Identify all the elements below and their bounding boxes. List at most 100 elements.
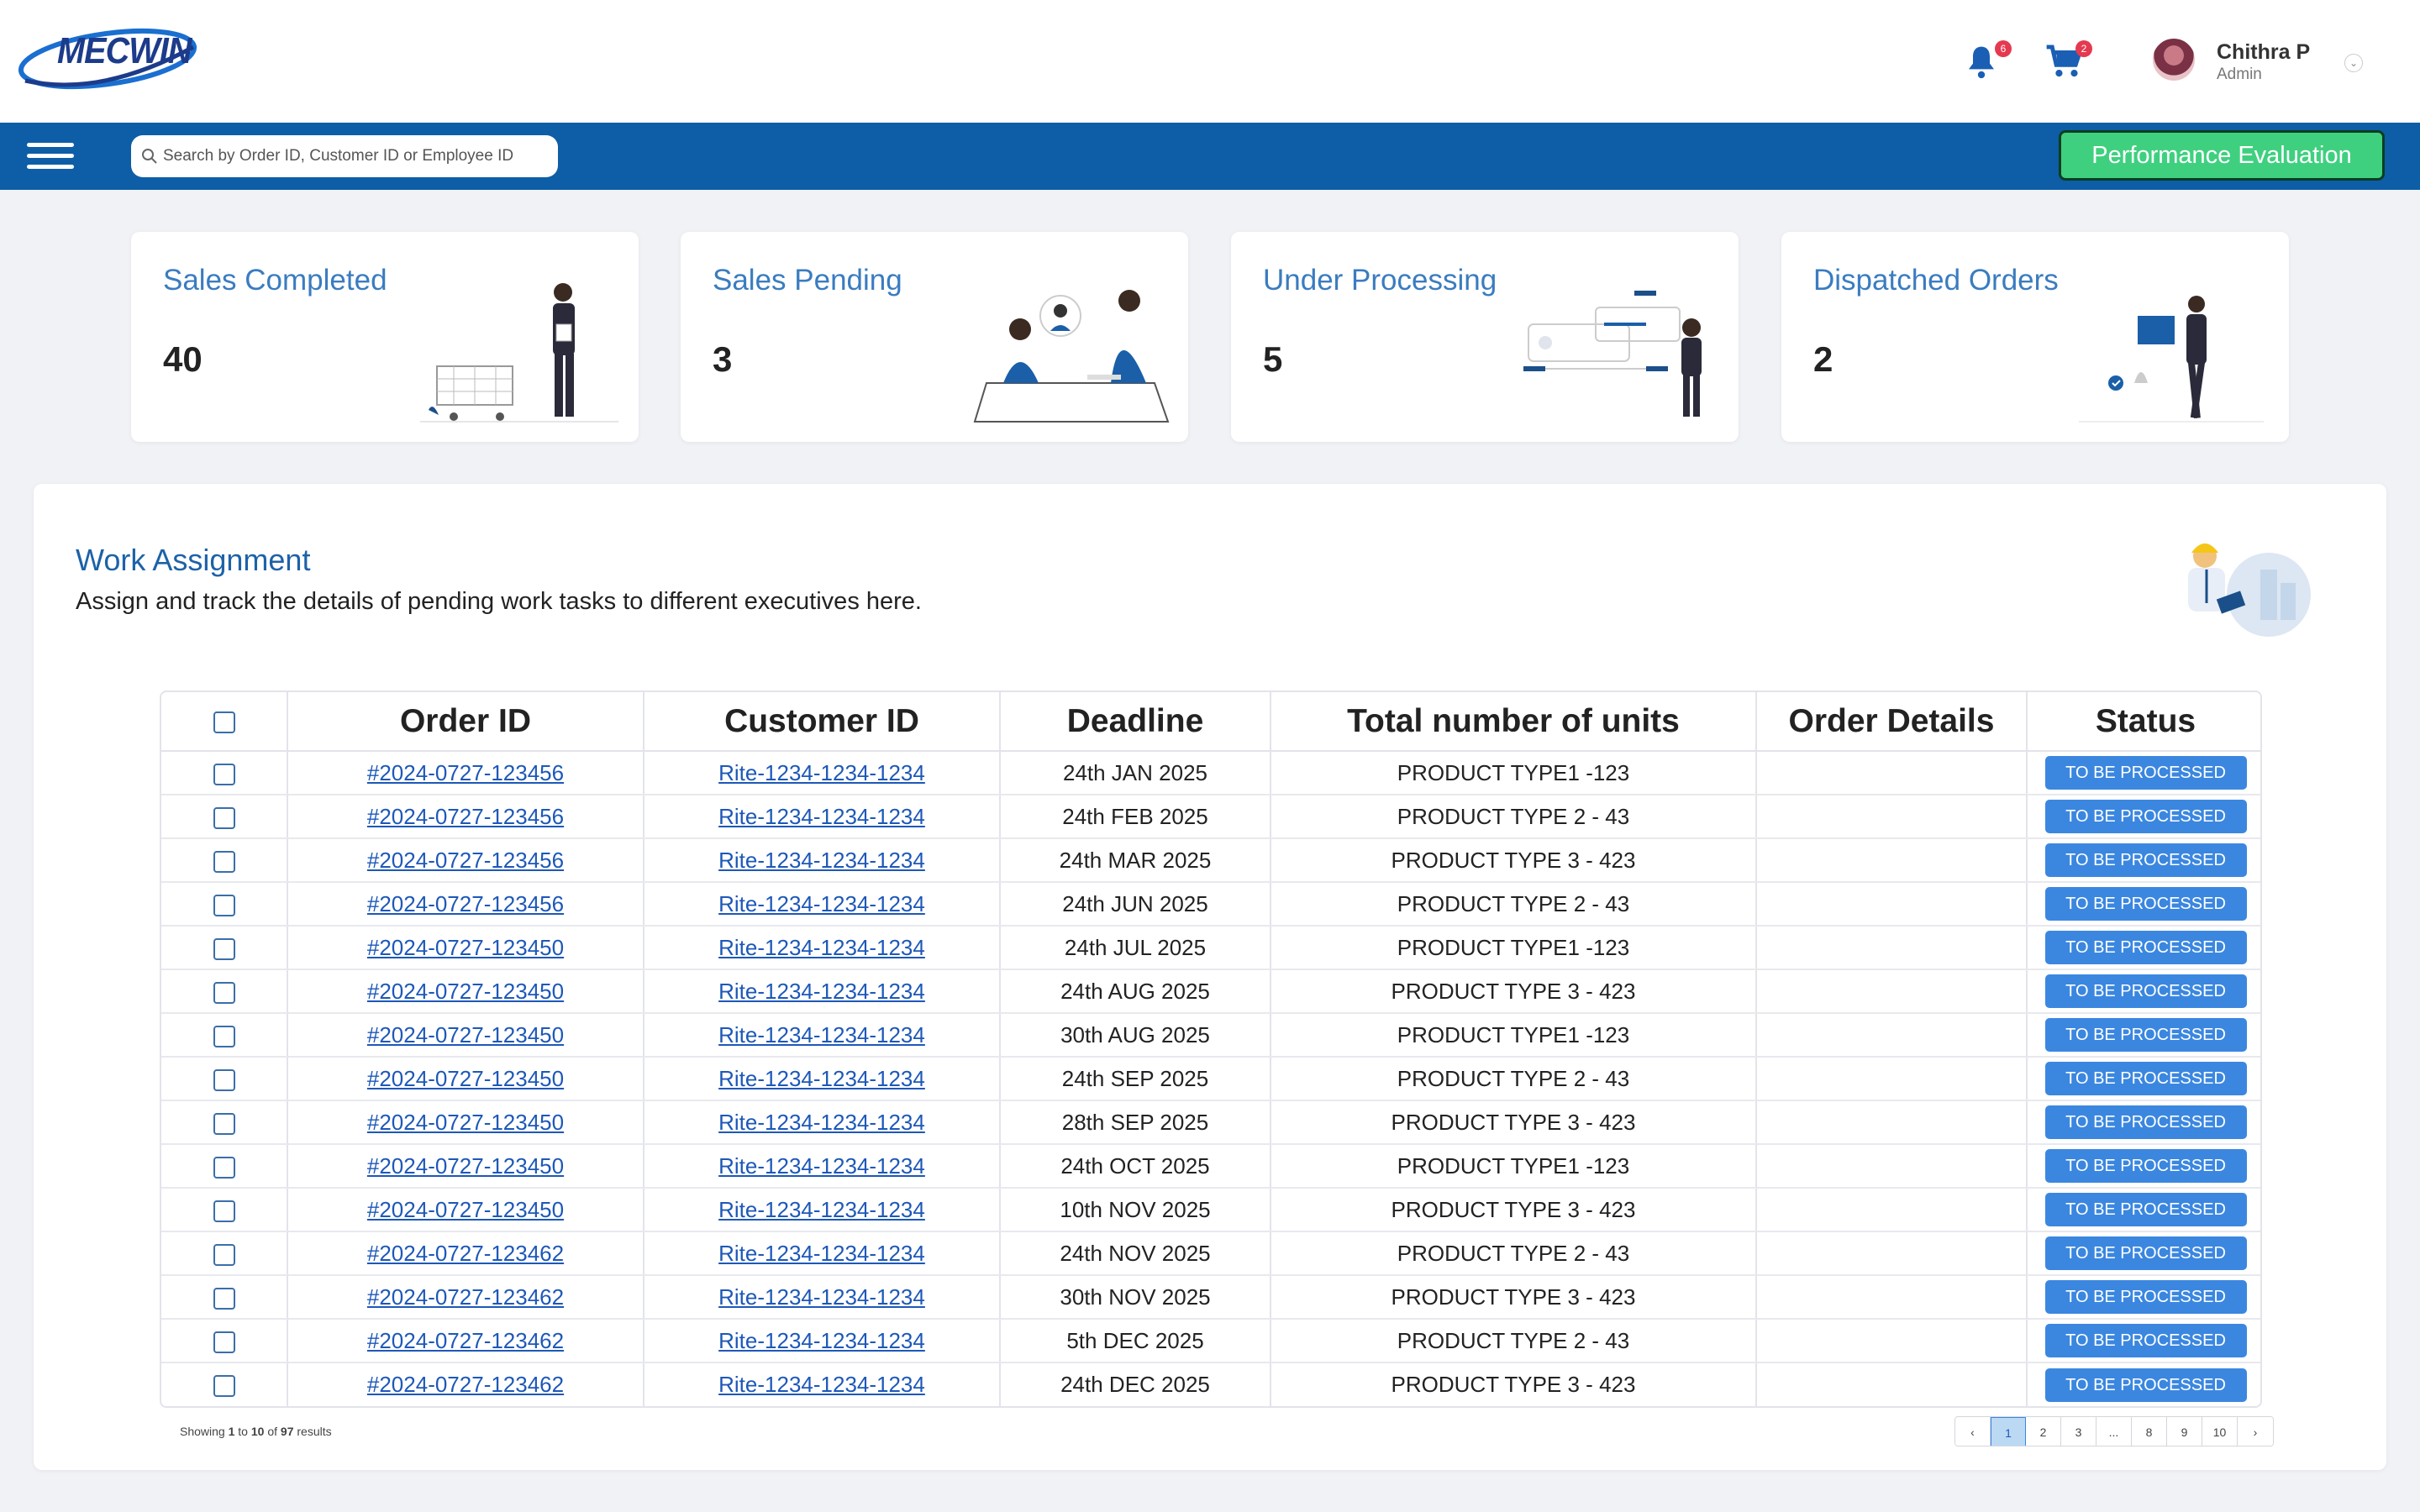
- mecwin-logo[interactable]: MECWIN: [17, 22, 202, 94]
- customer-id-link[interactable]: Rite-1234-1234-1234: [718, 1372, 925, 1397]
- status-button[interactable]: TO BE PROCESSED: [2044, 1236, 2247, 1270]
- chevron-right-icon[interactable]: ›: [2238, 1417, 2273, 1446]
- page-button[interactable]: 9: [2167, 1417, 2202, 1446]
- page-button[interactable]: 8: [2132, 1417, 2167, 1446]
- order-id-link[interactable]: #2024-0727-123450: [367, 1066, 564, 1091]
- status-button[interactable]: TO BE PROCESSED: [2044, 1368, 2247, 1402]
- row-checkbox[interactable]: [213, 894, 235, 916]
- order-details-cell[interactable]: [1756, 1144, 2028, 1189]
- row-checkbox[interactable]: [213, 763, 235, 785]
- customer-id-link[interactable]: Rite-1234-1234-1234: [718, 760, 925, 785]
- order-id-link[interactable]: #2024-0727-123450: [367, 1110, 564, 1135]
- order-details-cell[interactable]: [1756, 1013, 2028, 1058]
- row-checkbox[interactable]: [213, 850, 235, 873]
- status-button[interactable]: TO BE PROCESSED: [2044, 1018, 2247, 1052]
- page-button[interactable]: 2: [2026, 1417, 2061, 1446]
- chevron-down-icon[interactable]: ⌄: [2344, 54, 2363, 72]
- customer-id-link[interactable]: Rite-1234-1234-1234: [718, 1022, 925, 1047]
- status-button[interactable]: TO BE PROCESSED: [2044, 931, 2247, 964]
- customer-id-link[interactable]: Rite-1234-1234-1234: [718, 804, 925, 829]
- order-details-cell[interactable]: [1756, 926, 2028, 970]
- page-button[interactable]: 3: [2061, 1417, 2096, 1446]
- notifications-button[interactable]: 6: [1965, 40, 2012, 84]
- order-id-link[interactable]: #2024-0727-123462: [367, 1372, 564, 1397]
- row-checkbox[interactable]: [213, 937, 235, 960]
- column-header[interactable]: Status: [2027, 692, 2260, 752]
- page-button[interactable]: 1: [1991, 1417, 2026, 1446]
- card-under-processing[interactable]: Under Processing 5: [1231, 232, 1739, 442]
- column-header[interactable]: Order ID: [287, 692, 644, 752]
- order-id-link[interactable]: #2024-0727-123456: [367, 760, 564, 785]
- row-checkbox[interactable]: [213, 1331, 235, 1353]
- table-row[interactable]: #2024-0727-123450 Rite-1234-1234-1234 30th…: [161, 1013, 2260, 1058]
- status-button[interactable]: TO BE PROCESSED: [2044, 1280, 2247, 1314]
- order-details-cell[interactable]: [1756, 882, 2028, 927]
- table-row[interactable]: #2024-0727-123450 Rite-1234-1234-1234 10th…: [161, 1188, 2260, 1232]
- customer-id-link[interactable]: Rite-1234-1234-1234: [718, 1197, 925, 1222]
- row-checkbox[interactable]: [213, 1112, 235, 1135]
- order-id-link[interactable]: #2024-0727-123462: [367, 1328, 564, 1353]
- card-sales-pending[interactable]: Sales Pending 3: [681, 232, 1188, 442]
- order-details-cell[interactable]: [1756, 1275, 2028, 1320]
- table-row[interactable]: #2024-0727-123462 Rite-1234-1234-1234 24th…: [161, 1231, 2260, 1276]
- order-details-cell[interactable]: [1756, 1100, 2028, 1145]
- table-row[interactable]: #2024-0727-123462 Rite-1234-1234-1234 5th …: [161, 1319, 2260, 1363]
- order-id-link[interactable]: #2024-0727-123450: [367, 979, 564, 1004]
- order-id-link[interactable]: #2024-0727-123462: [367, 1284, 564, 1310]
- avatar[interactable]: [2151, 37, 2196, 82]
- cart-button[interactable]: 2: [2045, 40, 2092, 84]
- order-details-cell[interactable]: [1756, 751, 2028, 795]
- order-details-cell[interactable]: [1756, 969, 2028, 1014]
- status-button[interactable]: TO BE PROCESSED: [2044, 1105, 2247, 1139]
- table-row[interactable]: #2024-0727-123450 Rite-1234-1234-1234 24th…: [161, 1144, 2260, 1189]
- status-button[interactable]: TO BE PROCESSED: [2044, 1062, 2247, 1095]
- column-header[interactable]: Customer ID: [644, 692, 1001, 752]
- customer-id-link[interactable]: Rite-1234-1234-1234: [718, 1110, 925, 1135]
- order-details-cell[interactable]: [1756, 795, 2028, 839]
- chevron-left-icon[interactable]: ‹: [1955, 1417, 1991, 1446]
- order-id-link[interactable]: #2024-0727-123450: [367, 1153, 564, 1179]
- order-details-cell[interactable]: [1756, 838, 2028, 883]
- order-id-link[interactable]: #2024-0727-123462: [367, 1241, 564, 1266]
- customer-id-link[interactable]: Rite-1234-1234-1234: [718, 848, 925, 873]
- customer-id-link[interactable]: Rite-1234-1234-1234: [718, 1241, 925, 1266]
- order-id-link[interactable]: #2024-0727-123456: [367, 891, 564, 916]
- table-row[interactable]: #2024-0727-123450 Rite-1234-1234-1234 24th…: [161, 969, 2260, 1014]
- order-details-cell[interactable]: [1756, 1231, 2028, 1276]
- row-checkbox[interactable]: [213, 1156, 235, 1179]
- order-id-link[interactable]: #2024-0727-123450: [367, 935, 564, 960]
- order-id-link[interactable]: #2024-0727-123450: [367, 1197, 564, 1222]
- table-row[interactable]: #2024-0727-123462 Rite-1234-1234-1234 30th…: [161, 1275, 2260, 1320]
- order-id-link[interactable]: #2024-0727-123456: [367, 804, 564, 829]
- status-button[interactable]: TO BE PROCESSED: [2044, 756, 2247, 790]
- performance-evaluation-button[interactable]: Performance Evaluation: [2059, 130, 2385, 181]
- status-button[interactable]: TO BE PROCESSED: [2044, 974, 2247, 1008]
- table-row[interactable]: #2024-0727-123450 Rite-1234-1234-1234 24th…: [161, 926, 2260, 970]
- customer-id-link[interactable]: Rite-1234-1234-1234: [718, 1153, 925, 1179]
- status-button[interactable]: TO BE PROCESSED: [2044, 1193, 2247, 1226]
- customer-id-link[interactable]: Rite-1234-1234-1234: [718, 979, 925, 1004]
- row-checkbox[interactable]: [213, 1243, 235, 1266]
- status-button[interactable]: TO BE PROCESSED: [2044, 843, 2247, 877]
- order-id-link[interactable]: #2024-0727-123450: [367, 1022, 564, 1047]
- status-button[interactable]: TO BE PROCESSED: [2044, 800, 2247, 833]
- status-button[interactable]: TO BE PROCESSED: [2044, 1324, 2247, 1357]
- status-button[interactable]: TO BE PROCESSED: [2044, 1149, 2247, 1183]
- order-details-cell[interactable]: [1756, 1319, 2028, 1363]
- page-button[interactable]: 10: [2202, 1417, 2238, 1446]
- column-header[interactable]: Total number of units: [1270, 692, 1757, 752]
- table-row[interactable]: #2024-0727-123456 Rite-1234-1234-1234 24th…: [161, 795, 2260, 839]
- customer-id-link[interactable]: Rite-1234-1234-1234: [718, 1066, 925, 1091]
- status-button[interactable]: TO BE PROCESSED: [2044, 887, 2247, 921]
- card-sales-completed[interactable]: Sales Completed 40: [131, 232, 639, 442]
- customer-id-link[interactable]: Rite-1234-1234-1234: [718, 891, 925, 916]
- table-row[interactable]: #2024-0727-123450 Rite-1234-1234-1234 24th…: [161, 1057, 2260, 1101]
- column-header[interactable]: Order Details: [1756, 692, 2028, 752]
- column-header[interactable]: Deadline: [1000, 692, 1271, 752]
- search-input[interactable]: [163, 135, 550, 177]
- order-details-cell[interactable]: [1756, 1362, 2028, 1406]
- select-all-checkbox[interactable]: [213, 711, 235, 734]
- table-row[interactable]: #2024-0727-123456 Rite-1234-1234-1234 24th…: [161, 751, 2260, 795]
- order-id-link[interactable]: #2024-0727-123456: [367, 848, 564, 873]
- table-row[interactable]: #2024-0727-123456 Rite-1234-1234-1234 24th…: [161, 882, 2260, 927]
